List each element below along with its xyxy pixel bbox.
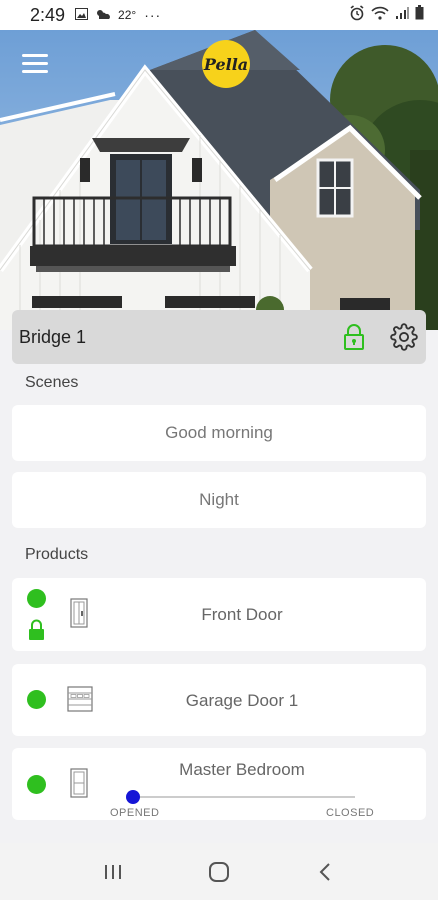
scenes-label: Scenes — [25, 374, 79, 391]
product-front-door[interactable]: Front Door — [12, 578, 426, 651]
status-overflow: ··· — [144, 7, 162, 23]
system-nav-bar — [0, 843, 438, 900]
brand-name: Pella — [203, 54, 249, 74]
bridge-name: Bridge 1 — [19, 326, 87, 347]
window-icon — [70, 768, 88, 803]
slider-open-label: OPENED — [110, 807, 160, 819]
status-dot — [27, 775, 46, 794]
status-dot — [27, 690, 46, 709]
product-master-bedroom[interactable]: Master Bedroom OPENED CLOSED — [12, 748, 426, 820]
lock-icon[interactable] — [342, 323, 366, 351]
products-label: Products — [25, 546, 89, 563]
status-dot — [27, 589, 46, 608]
hamburger-menu-icon[interactable] — [22, 54, 48, 74]
signal-icon — [395, 5, 409, 25]
recent-apps-icon[interactable] — [93, 852, 133, 892]
bridge-header[interactable]: Bridge 1 — [12, 310, 426, 364]
weather-icon — [95, 8, 111, 23]
lock-icon — [28, 619, 45, 641]
product-name: Master Bedroom — [179, 760, 305, 779]
home-icon[interactable] — [199, 852, 239, 892]
status-temperature: 22° — [118, 8, 137, 22]
door-icon — [70, 598, 88, 633]
slider-closed-label: CLOSED — [326, 807, 375, 819]
garage-door-icon — [67, 686, 93, 717]
scene-label: Good morning — [165, 423, 273, 442]
status-time: 2:49 — [30, 4, 66, 25]
image-icon — [75, 7, 89, 23]
gear-icon[interactable] — [390, 323, 418, 351]
product-name: Front Door — [201, 605, 283, 624]
scene-good-morning[interactable]: Good morning — [12, 405, 426, 461]
pella-logo: Pella — [202, 40, 250, 88]
shade-slider-track[interactable] — [133, 796, 355, 798]
scene-label: Night — [199, 490, 239, 509]
status-bar: 2:49 22° ··· — [0, 0, 438, 30]
back-icon[interactable] — [305, 852, 345, 892]
battery-icon — [415, 5, 424, 25]
product-name: Garage Door 1 — [185, 691, 299, 710]
wifi-icon — [371, 5, 389, 25]
shade-slider-thumb[interactable] — [126, 790, 140, 804]
alarm-icon — [349, 4, 365, 26]
scene-night[interactable]: Night — [12, 472, 426, 528]
product-garage-door-1[interactable]: Garage Door 1 — [12, 664, 426, 736]
